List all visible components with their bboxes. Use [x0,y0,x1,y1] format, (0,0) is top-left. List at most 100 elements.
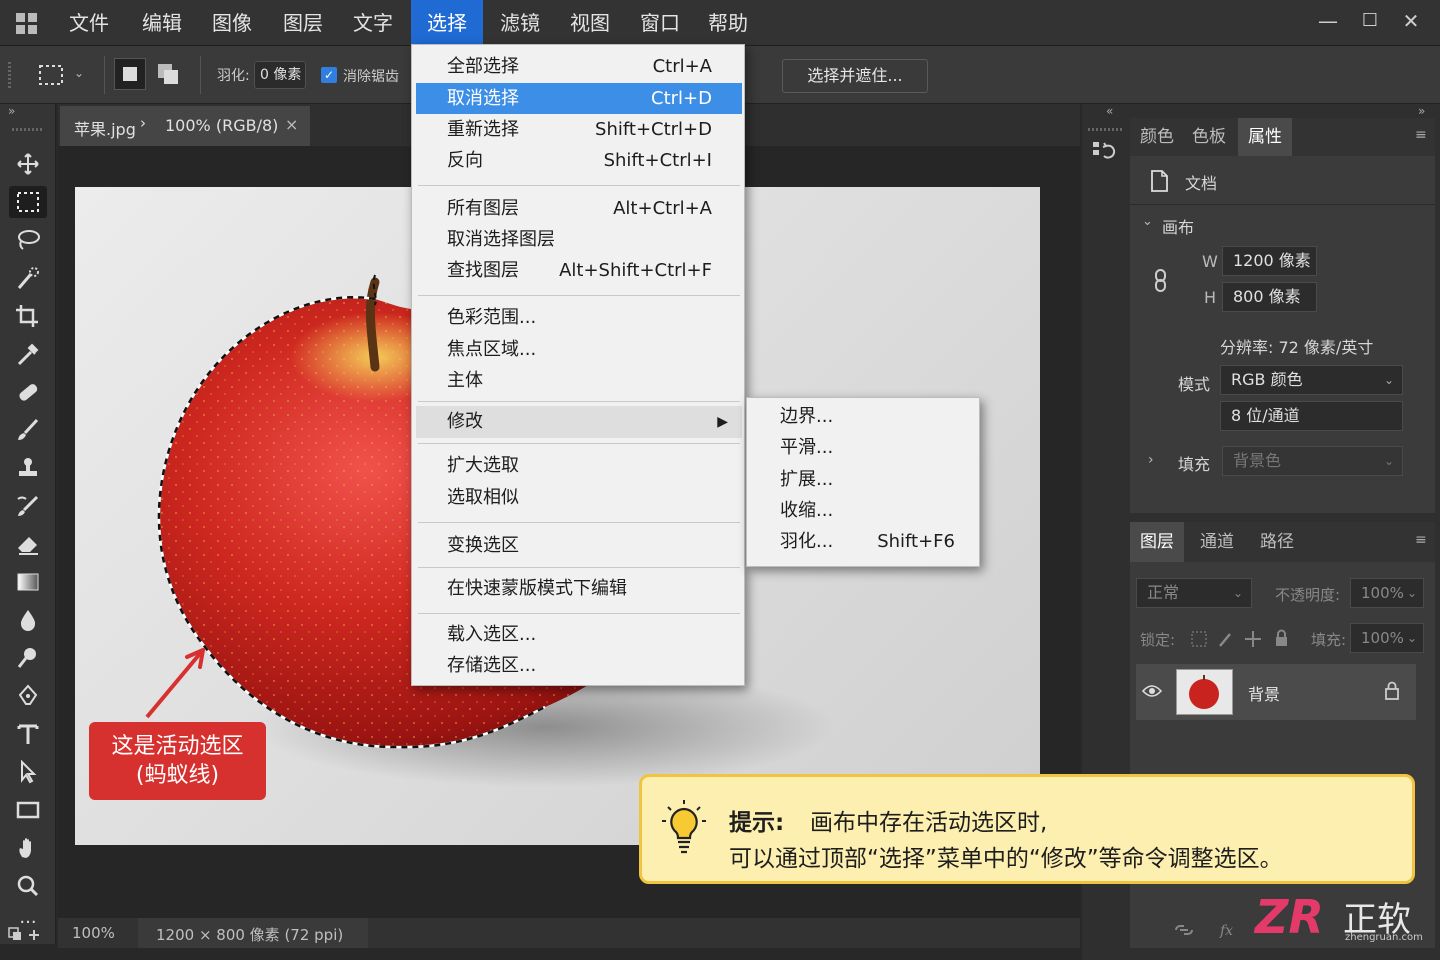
menu-help[interactable]: 帮助 [696,0,760,46]
menu-image[interactable]: 图像 [200,0,264,46]
menu-item-focus-area[interactable]: 焦点区域... [416,334,742,365]
submenu-item-contract[interactable]: 收缩... [747,495,981,526]
fill-opacity-value: 100% [1361,629,1404,647]
new-selection-button[interactable] [114,58,146,90]
move-tool[interactable] [9,148,47,180]
blend-mode-select[interactable]: 正常 ⌄ [1136,578,1252,608]
tab-swatches[interactable]: 色板 [1182,118,1236,156]
tab-channels[interactable]: 通道 [1190,522,1244,562]
menu-item-color-range[interactable]: 色彩范围... [416,302,742,333]
resolution-text: 分辨率: 72 像素/英寸 [1220,338,1374,357]
history-brush-tool[interactable] [9,490,47,522]
screen-mode-icon[interactable] [6,924,50,944]
type-tool[interactable] [9,718,47,750]
menu-select[interactable]: 选择 [411,0,483,46]
bit-depth-select[interactable]: 8 位/通道 [1220,401,1403,431]
submenu-item-feather[interactable]: 羽化... Shift+F6 [747,526,981,557]
fill-select[interactable]: 背景色 ⌄ [1222,446,1403,476]
menu-edit[interactable]: 编辑 [130,0,194,46]
gradient-tool[interactable] [9,566,47,598]
tab-color[interactable]: 颜色 [1130,118,1184,156]
menu-item-load-selection[interactable]: 载入选区... [416,619,742,650]
healing-tool[interactable] [9,376,47,408]
selection-annotation: 这是活动选区 (蚂蚁线) [89,722,266,800]
menu-item-all-layers[interactable]: 所有图层 Alt+Ctrl+A [416,193,742,224]
blur-tool[interactable] [9,604,47,636]
antialias-checkbox[interactable]: ✓ [321,67,337,83]
lock-options[interactable] [1190,629,1290,649]
menu-item-reselect[interactable]: 重新选择 Shift+Ctrl+D [416,114,742,145]
menu-item-subject[interactable]: 主体 [416,365,742,396]
menu-item-grow[interactable]: 扩大选取 [416,450,742,481]
select-and-mask-button[interactable]: 选择并遮住... [782,59,928,93]
link-icon[interactable] [1152,268,1170,294]
fill-label: 填充 [1178,455,1211,474]
submenu-item-expand[interactable]: 扩展... [747,464,981,495]
zoom-level[interactable]: 100% [72,924,115,942]
pen-tool[interactable] [9,680,47,712]
document-tab[interactable]: 苹果.jpg › 100% (RGB/8) × [60,106,310,146]
panel-menu-icon[interactable]: ≡ [1415,532,1427,548]
submenu-item-border[interactable]: 边界... [747,401,981,432]
menu-window[interactable]: 窗口 [628,0,692,46]
path-select-tool[interactable] [9,756,47,788]
quick-select-tool[interactable] [9,262,47,294]
opacity-input[interactable]: 100% ⌄ [1350,578,1424,608]
minimize-button[interactable]: — [1311,6,1345,36]
collapse-dock-icon[interactable]: « [1106,104,1113,118]
chevron-right-icon[interactable]: › [1148,452,1154,468]
maximize-button[interactable]: ☐ [1353,6,1387,36]
eyedropper-tool[interactable] [9,338,47,370]
menu-item-quick-mask[interactable]: 在快速蒙版模式下编辑 [416,573,742,604]
panel-menu-icon[interactable]: ≡ [1415,127,1427,143]
menu-item-similar[interactable]: 选取相似 [416,482,742,513]
menu-item-deselect-layers[interactable]: 取消选择图层 [416,224,742,255]
lasso-tool[interactable] [9,224,47,256]
tab-paths[interactable]: 路径 [1250,522,1304,562]
crop-tool[interactable] [9,300,47,332]
menu-file[interactable]: 文件 [57,0,121,46]
history-icon[interactable] [1090,138,1118,164]
menu-item-save-selection[interactable]: 存储选区... [416,650,742,681]
add-to-selection-button[interactable] [154,60,184,90]
menu-item-inverse[interactable]: 反向 Shift+Ctrl+I [416,145,742,176]
menu-item-select-all[interactable]: 全部选择 Ctrl+A [416,51,742,82]
close-window-button[interactable]: ✕ [1394,6,1428,36]
menu-layer[interactable]: 图层 [271,0,335,46]
menu-item-deselect[interactable]: 取消选择 Ctrl+D [416,83,742,114]
menu-view[interactable]: 视图 [558,0,622,46]
grip-handle[interactable] [1088,128,1124,131]
grip-handle[interactable] [12,128,42,131]
collapse-panel-icon[interactable]: » [8,104,15,118]
stamp-tool[interactable] [9,452,47,484]
expand-dock-icon[interactable]: » [1418,104,1425,118]
eraser-tool[interactable] [9,528,47,560]
rectangle-tool[interactable] [9,794,47,826]
layer-row[interactable]: 背景 [1136,664,1416,720]
menu-item-modify[interactable]: 修改 ▶ [416,406,742,438]
fill-opacity-input[interactable]: 100% ⌄ [1350,623,1424,653]
menu-item-label: 主体 [447,370,483,391]
chevron-down-icon[interactable]: ⌄ [1142,214,1153,229]
feather-input[interactable]: 0 像素 [254,61,306,89]
menu-type[interactable]: 文字 [341,0,405,46]
dodge-tool[interactable] [9,642,47,674]
height-input[interactable]: 800 像素 [1222,282,1317,312]
mode-select[interactable]: RGB 颜色 ⌄ [1220,365,1403,395]
eye-icon[interactable] [1142,684,1162,698]
tab-layers[interactable]: 图层 [1130,522,1184,562]
hand-tool[interactable] [9,832,47,864]
brush-tool[interactable] [9,414,47,446]
tool-preset-picker[interactable]: ⌄ [30,58,94,92]
close-tab-icon[interactable]: × [285,115,298,134]
zoom-tool[interactable] [9,870,47,902]
submenu-item-smooth[interactable]: 平滑... [747,432,981,463]
menu-item-find-layers[interactable]: 查找图层 Alt+Shift+Ctrl+F [416,255,742,286]
rect-marquee-tool[interactable] [9,186,47,218]
menu-item-transform-selection[interactable]: 变换选区 [416,530,742,561]
width-input[interactable]: 1200 像素 [1222,246,1317,276]
menu-filter[interactable]: 滤镜 [488,0,552,46]
grip-handle[interactable] [8,62,11,90]
tab-properties[interactable]: 属性 [1238,118,1292,156]
app-grid-icon[interactable] [16,13,38,35]
